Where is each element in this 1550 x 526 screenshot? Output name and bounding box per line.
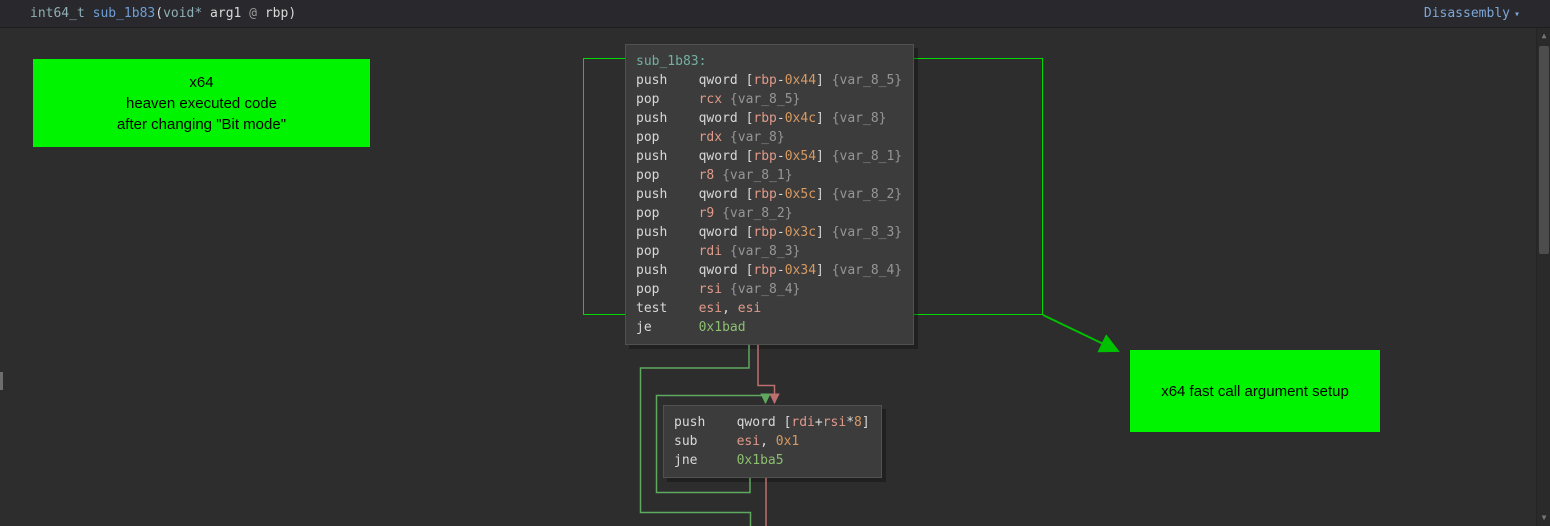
annotation-line: x64 fast call argument setup: [1161, 382, 1349, 400]
vertical-scrollbar[interactable]: ▲ ▼: [1536, 28, 1550, 526]
basic-block-loop[interactable]: push qword [rdi+rsi*8] sub esi, 0x1 jne 0x1ba…: [663, 405, 882, 478]
annotation-box-heaven: x64 heaven executed code after changing "B…: [33, 59, 370, 147]
instruction-row[interactable]: push qword [rbp-0x4c] {var_8}: [636, 109, 903, 128]
instruction-row[interactable]: pop rsi {var_8_4}: [636, 280, 903, 299]
scroll-down-icon[interactable]: ▼: [1537, 510, 1550, 526]
instruction-row[interactable]: test esi, esi: [636, 299, 903, 318]
instruction-row[interactable]: push qword [rdi+rsi*8]: [674, 413, 871, 432]
instruction-row[interactable]: sub esi, 0x1: [674, 432, 871, 451]
annotation-line: x64: [189, 73, 214, 91]
instruction-row[interactable]: pop rdx {var_8}: [636, 128, 903, 147]
block-label[interactable]: sub_1b83:: [636, 52, 903, 71]
annotation-box-fastcall: x64 fast call argument setup: [1130, 350, 1380, 432]
function-signature: int64_t sub_1b83(void* arg1 @ rbp): [30, 6, 297, 21]
instruction-row[interactable]: jne 0x1ba5: [674, 451, 871, 470]
basic-block-entry[interactable]: sub_1b83: push qword [rbp-0x44] {var_8_5} p…: [625, 44, 914, 345]
instruction-row[interactable]: pop r8 {var_8_1}: [636, 166, 903, 185]
chevron-down-icon: ▾: [1513, 9, 1520, 20]
splitter-handle[interactable]: [0, 372, 3, 390]
scrollbar-thumb[interactable]: [1539, 46, 1549, 254]
binary-ninja-window: int64_t sub_1b83(void* arg1 @ rbp) Disas…: [0, 0, 1550, 526]
view-mode-label: Disassembly: [1423, 6, 1510, 21]
function-header-bar: int64_t sub_1b83(void* arg1 @ rbp) Disas…: [0, 0, 1550, 28]
instruction-row[interactable]: push qword [rbp-0x5c] {var_8_2}: [636, 185, 903, 204]
instruction-row[interactable]: push qword [rbp-0x44] {var_8_5}: [636, 71, 903, 90]
instruction-row[interactable]: push qword [rbp-0x54] {var_8_1}: [636, 147, 903, 166]
annotation-line: heaven executed code: [126, 94, 277, 112]
scroll-up-icon[interactable]: ▲: [1537, 28, 1550, 44]
instruction-row[interactable]: pop r9 {var_8_2}: [636, 204, 903, 223]
annotation-arrow: [1042, 314, 1120, 353]
instruction-row[interactable]: push qword [rbp-0x34] {var_8_4}: [636, 261, 903, 280]
instruction-row[interactable]: pop rcx {var_8_5}: [636, 90, 903, 109]
graph-canvas[interactable]: sub_1b83: push qword [rbp-0x44] {var_8_5} p…: [0, 28, 1536, 526]
flow-edge-false-entry-to-loop: [757, 345, 780, 405]
instruction-row[interactable]: pop rdi {var_8_3}: [636, 242, 903, 261]
annotation-line: after changing "Bit mode": [116, 115, 287, 133]
instruction-row[interactable]: je 0x1bad: [636, 318, 903, 337]
instruction-row[interactable]: push qword [rbp-0x3c] {var_8_3}: [636, 223, 903, 242]
